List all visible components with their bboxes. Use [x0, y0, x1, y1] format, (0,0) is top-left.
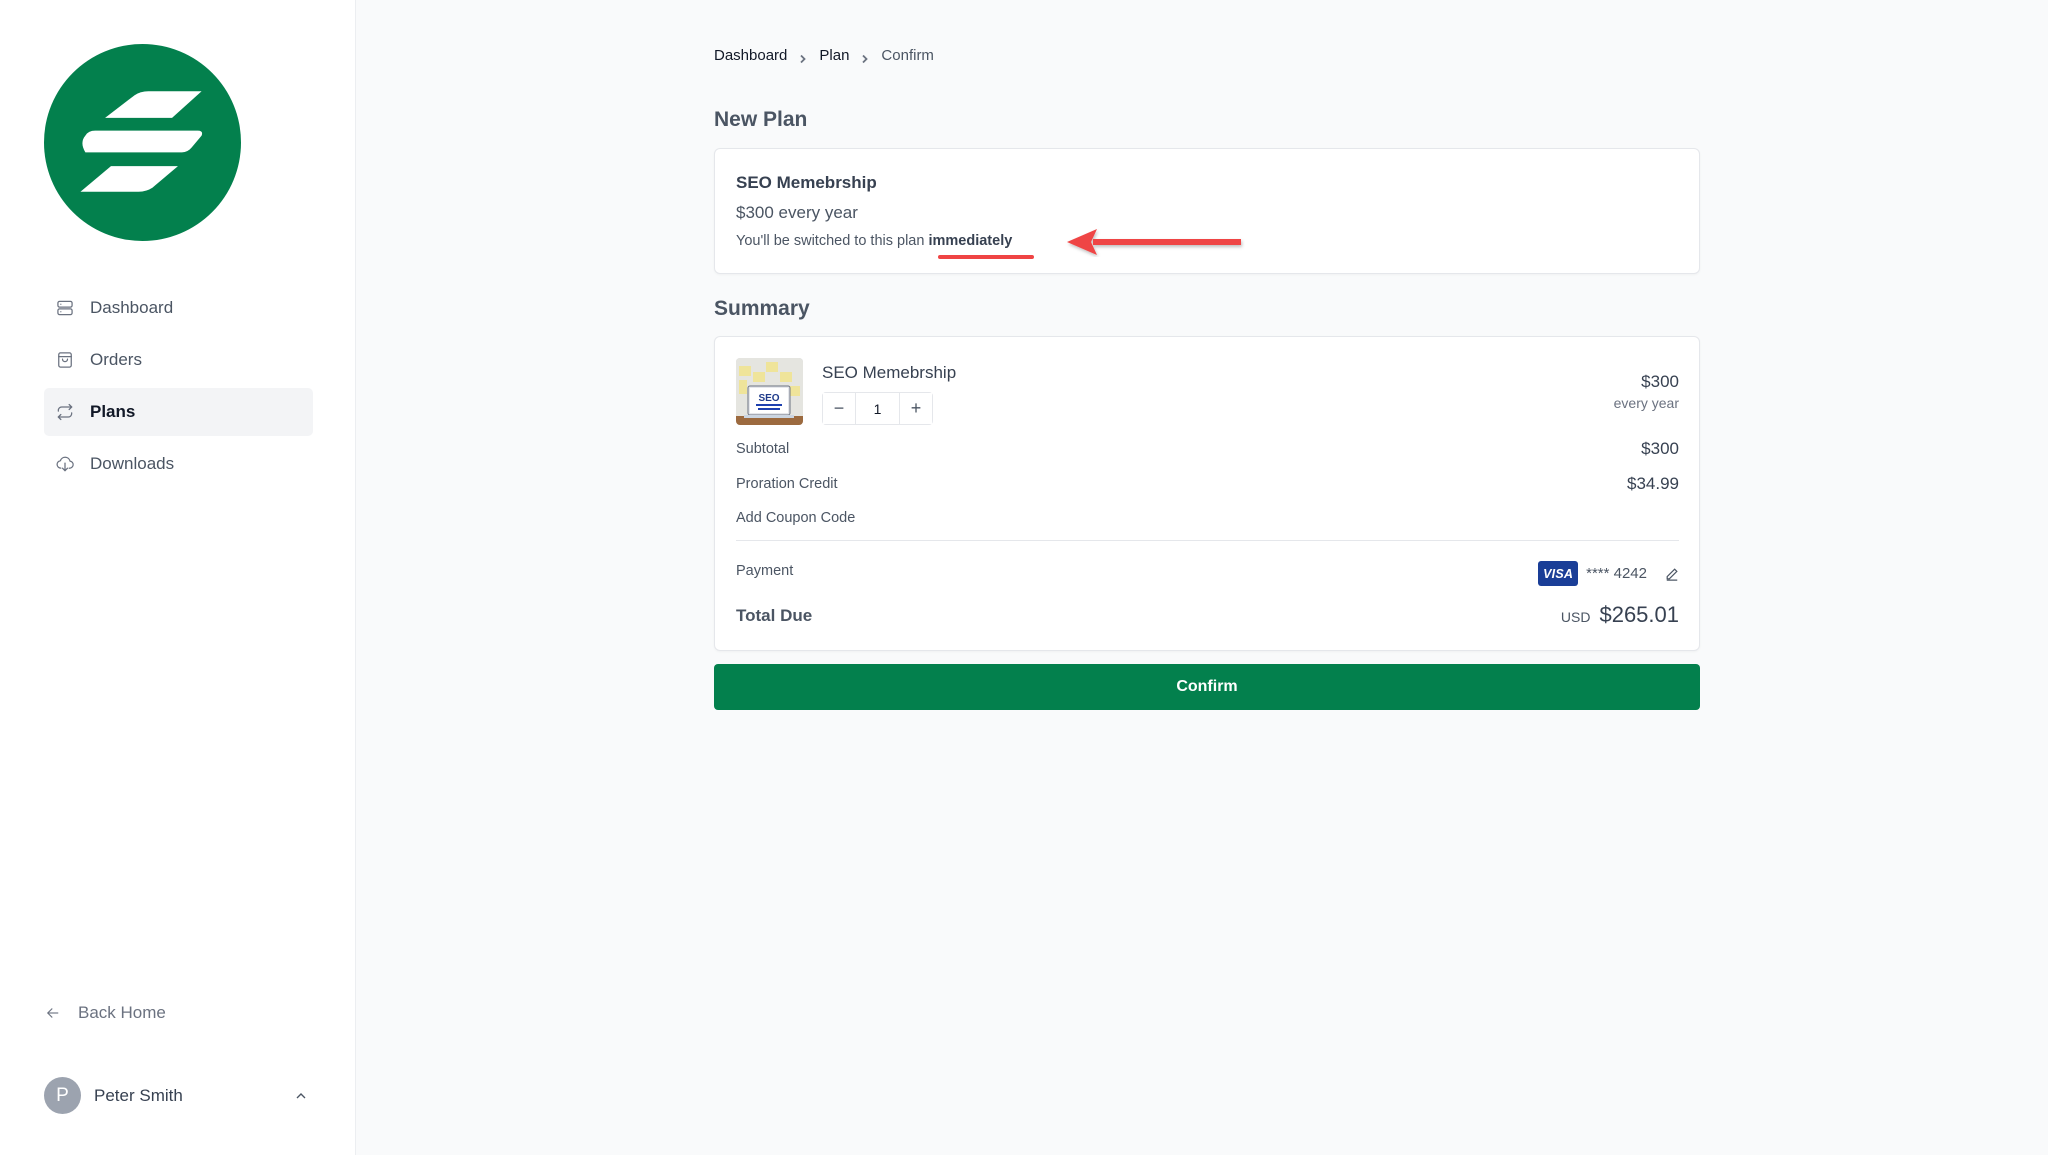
- back-home-link[interactable]: Back Home: [44, 1003, 166, 1023]
- card-number: **** 4242: [1586, 565, 1647, 582]
- server-stack-icon: [54, 297, 76, 319]
- plan-price: $300 every year: [736, 203, 858, 222]
- subtotal-label: Subtotal: [736, 441, 790, 457]
- cloud-download-icon: [54, 453, 76, 475]
- breadcrumb-dashboard[interactable]: Dashboard: [714, 47, 787, 64]
- total-due-label: Total Due: [736, 606, 813, 625]
- annotation-underline: [938, 255, 1034, 259]
- breadcrumb: Dashboard Plan Confirm: [714, 47, 934, 64]
- summary-heading: Summary: [714, 297, 810, 320]
- decrease-quantity-button[interactable]: −: [823, 393, 856, 424]
- pencil-edit-icon[interactable]: [1665, 567, 1679, 581]
- item-interval: every year: [1613, 395, 1679, 411]
- arrow-left-icon: [46, 1008, 59, 1018]
- avatar: P: [44, 1077, 81, 1114]
- quantity-input[interactable]: [856, 393, 899, 424]
- payment-method: VISA **** 4242: [1538, 561, 1679, 586]
- proration-credit-label: Proration Credit: [736, 476, 838, 492]
- sidebar: Dashboard Orders Plans Downloads Back Ho…: [0, 0, 356, 1155]
- item-name: SEO Memebrship: [822, 363, 957, 382]
- user-menu[interactable]: P Peter Smith: [44, 1077, 313, 1114]
- surecart-logo-icon[interactable]: [44, 44, 241, 241]
- new-plan-heading: New Plan: [714, 108, 808, 131]
- sidebar-item-plans[interactable]: Plans: [44, 388, 313, 436]
- divider: [736, 540, 1679, 541]
- add-coupon-link[interactable]: Add Coupon Code: [736, 510, 855, 526]
- total-due-value: $265.01: [1599, 602, 1679, 627]
- item-price: $300: [1641, 372, 1679, 391]
- sidebar-item-label: Plans: [90, 402, 136, 421]
- plan-note-emphasis: immediately: [928, 233, 1013, 249]
- breadcrumb-plan[interactable]: Plan: [819, 47, 849, 64]
- currency-code: USD: [1560, 609, 1591, 625]
- proration-credit-value: $34.99: [1627, 474, 1679, 493]
- chevron-right-icon: [860, 51, 870, 63]
- plan-note-text: You'll be switched to this plan: [736, 233, 929, 249]
- chevron-right-icon: [798, 51, 808, 63]
- product-thumbnail: SEO: [736, 358, 803, 425]
- svg-text:SEO: SEO: [758, 393, 779, 404]
- summary-card: SEO SEO Memebrship − + $300 every year S…: [714, 336, 1700, 651]
- back-home-label: Back Home: [78, 1003, 166, 1022]
- confirm-button[interactable]: Confirm: [714, 664, 1700, 710]
- sidebar-item-dashboard[interactable]: Dashboard: [44, 284, 313, 332]
- user-name: Peter Smith: [94, 1085, 183, 1105]
- subtotal-value: $300: [1641, 439, 1679, 458]
- quantity-stepper: − +: [822, 392, 933, 425]
- visa-card-icon: VISA: [1538, 561, 1579, 586]
- sidebar-item-label: Downloads: [90, 454, 175, 473]
- payment-label: Payment: [736, 563, 794, 579]
- plan-name: SEO Memebrship: [736, 173, 877, 192]
- increase-quantity-button[interactable]: +: [899, 393, 932, 424]
- breadcrumb-current: Confirm: [881, 47, 934, 64]
- sidebar-item-orders[interactable]: Orders: [44, 336, 313, 384]
- total-due: USD $265.01: [1561, 602, 1679, 628]
- annotation-arrow-icon: [1067, 229, 1241, 255]
- sidebar-item-label: Orders: [90, 350, 142, 369]
- sidebar-item-downloads[interactable]: Downloads: [44, 440, 313, 488]
- chevron-up-icon[interactable]: [293, 1088, 309, 1104]
- sidebar-item-label: Dashboard: [90, 298, 174, 317]
- plan-switch-note: You'll be switched to this plan immediat…: [736, 233, 1012, 249]
- sidebar-nav: Dashboard Orders Plans Downloads: [44, 284, 313, 492]
- arrows-swap-icon: [54, 401, 76, 423]
- new-plan-card: SEO Memebrship $300 every year You'll be…: [714, 148, 1700, 274]
- shopping-bag-icon: [54, 349, 76, 371]
